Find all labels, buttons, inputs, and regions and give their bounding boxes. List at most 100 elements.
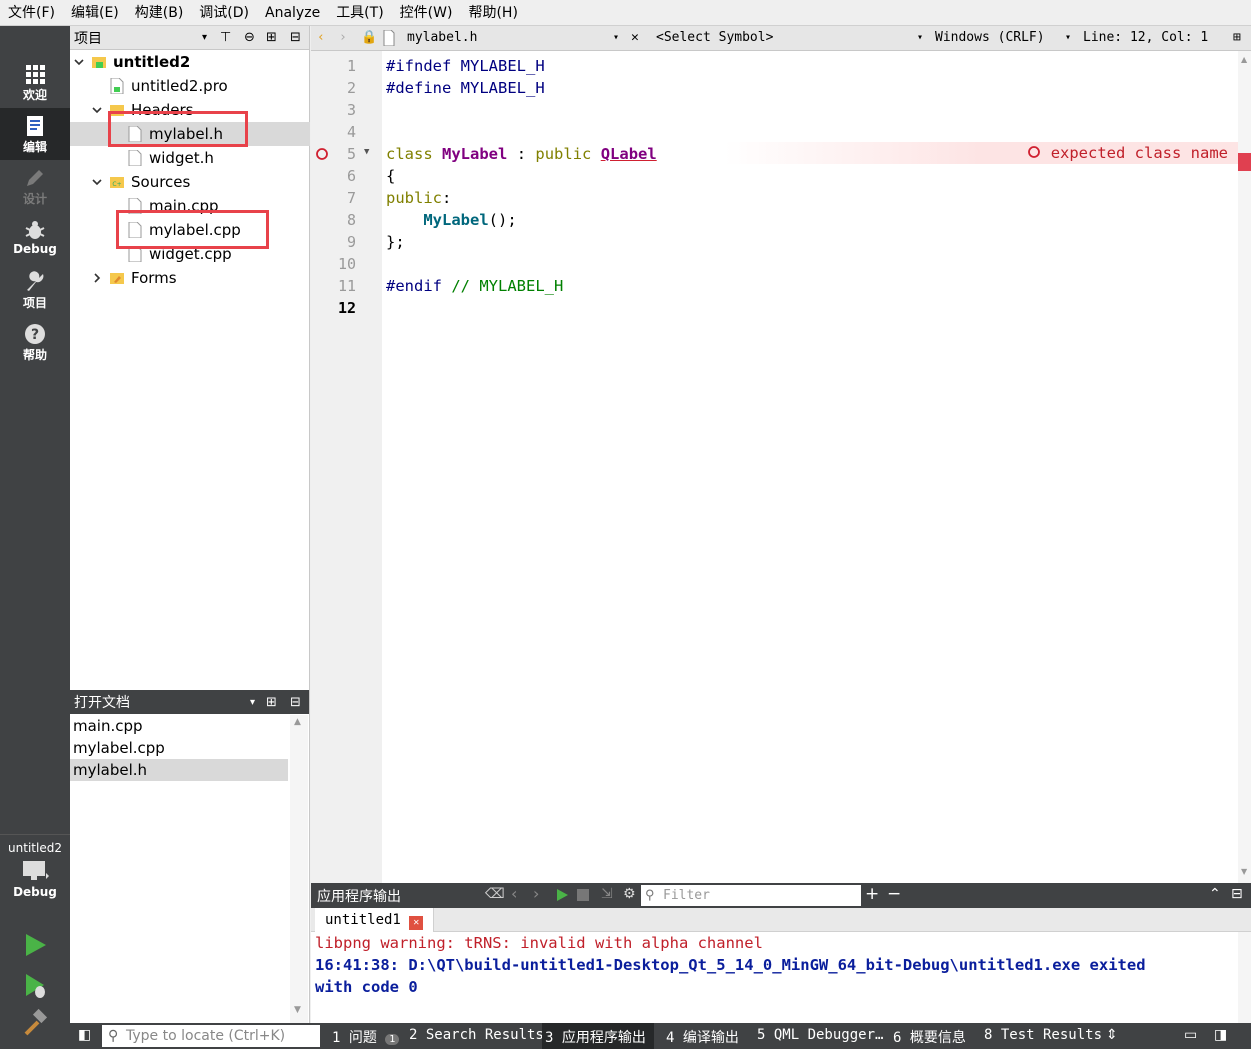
close-pane-icon[interactable]: ⊟ xyxy=(290,30,301,45)
line-number: 8 xyxy=(346,211,356,229)
status-tab-search[interactable]: 2 Search Results xyxy=(409,1027,544,1043)
open-documents-title[interactable]: 打开文档 xyxy=(74,692,130,712)
tree-item-sources[interactable]: C+ Sources xyxy=(70,170,310,194)
gear-icon[interactable]: ⚙ xyxy=(623,886,636,902)
status-tab-qml-debugger[interactable]: 5 QML Debugger… xyxy=(757,1027,883,1043)
fold-arrow-icon[interactable]: ▼ xyxy=(364,147,369,157)
kit-build-config: Debug xyxy=(13,885,57,899)
pane-dropdown-icon[interactable]: ▾ xyxy=(250,697,255,708)
clear-icon[interactable]: ⌫ xyxy=(485,886,505,902)
open-doc-item[interactable]: main.cpp xyxy=(70,715,288,737)
close-pane-icon[interactable]: ⊟ xyxy=(1231,886,1243,902)
open-doc-item[interactable]: mylabel.cpp xyxy=(70,737,288,759)
menu-controls[interactable]: 控件(W) xyxy=(392,0,461,26)
cursor-position[interactable]: Line: 12, Col: 1 xyxy=(1083,30,1208,45)
code-line: { xyxy=(386,167,396,185)
menu-analyze[interactable]: Analyze xyxy=(257,0,328,26)
project-pane-title[interactable]: 项目 xyxy=(74,28,102,48)
more-tabs-icon[interactable]: ⇕ xyxy=(1106,1027,1118,1043)
nav-back-icon[interactable]: ‹ xyxy=(511,884,517,903)
toggle-output-icon[interactable]: ◨ xyxy=(1214,1027,1227,1043)
menu-file[interactable]: 文件(F) xyxy=(0,0,63,26)
split-icon[interactable]: ⊞ xyxy=(266,695,277,710)
status-tab-compile-output[interactable]: 4 编译输出 xyxy=(666,1027,739,1047)
filter-icon[interactable]: ⊤ xyxy=(220,30,231,45)
split-icon[interactable]: ⊞ xyxy=(266,30,277,45)
mode-projects[interactable]: 项目 xyxy=(0,264,70,316)
line-number: 4 xyxy=(346,123,356,141)
code-editor[interactable]: #ifndef MYLABEL_H #define MYLABEL_H clas… xyxy=(382,51,1238,883)
mode-help[interactable]: ? 帮助 xyxy=(0,316,70,368)
search-icon: ⚲ xyxy=(108,1028,119,1044)
menu-tools[interactable]: 工具(T) xyxy=(328,0,391,26)
attach-icon[interactable]: ⇲ xyxy=(601,886,613,902)
line-ending-selector[interactable]: Windows (CRLF) xyxy=(935,30,1045,45)
scroll-up-icon[interactable]: ▲ xyxy=(1241,55,1247,64)
editor-scrollbar[interactable]: ▲ ▼ xyxy=(1238,51,1251,883)
locator-input[interactable]: ⚲ Type to locate (Ctrl+K) xyxy=(102,1025,320,1047)
symbol-selector[interactable]: <Select Symbol> xyxy=(656,30,773,45)
mode-edit[interactable]: 编辑 xyxy=(0,108,70,160)
chevron-down-icon[interactable] xyxy=(92,177,102,187)
scroll-up-icon[interactable]: ▲ xyxy=(294,717,301,727)
run-icon[interactable] xyxy=(20,930,50,960)
tree-forms-label: Forms xyxy=(131,269,177,287)
chevron-down-icon[interactable]: ▾ xyxy=(1065,32,1071,43)
mode-welcome-label: 欢迎 xyxy=(22,88,47,102)
maximize-icon[interactable]: ⌃ xyxy=(1209,886,1221,902)
open-doc-item[interactable]: mylabel.h xyxy=(70,759,288,781)
error-marker-icon[interactable] xyxy=(315,147,329,161)
nav-forward-icon[interactable]: › xyxy=(533,884,539,903)
close-tab-icon[interactable]: ✕ xyxy=(409,916,424,930)
pen-icon xyxy=(27,170,43,186)
status-tab-general-messages[interactable]: 6 概要信息 xyxy=(893,1027,966,1047)
build-hammer-icon[interactable] xyxy=(20,1008,50,1038)
mode-welcome[interactable]: 欢迎 xyxy=(0,56,70,108)
run-icon[interactable] xyxy=(555,888,569,902)
current-file-selector[interactable]: mylabel.h xyxy=(407,30,477,45)
locator-placeholder: Type to locate (Ctrl+K) xyxy=(126,1028,286,1044)
file-icon xyxy=(128,150,142,166)
tree-item-pro-file[interactable]: untitled2.pro xyxy=(70,74,310,98)
tree-item-widget-h[interactable]: widget.h xyxy=(70,146,310,170)
status-tab-issues[interactable]: 1 问题 1 xyxy=(332,1027,400,1047)
tree-item-root[interactable]: untitled2 xyxy=(70,50,310,74)
status-tab-app-output[interactable]: 3 应用程序输出 xyxy=(545,1027,646,1047)
mode-debug[interactable]: Debug xyxy=(0,212,70,264)
menu-debug[interactable]: 调试(D) xyxy=(191,0,257,26)
nav-back-icon[interactable]: ‹ xyxy=(317,30,325,45)
progress-icon[interactable]: ▭ xyxy=(1184,1027,1197,1043)
filter-placeholder: Filter xyxy=(663,888,710,903)
nav-forward-icon[interactable]: › xyxy=(339,30,347,45)
tree-item-forms[interactable]: Forms xyxy=(70,266,310,290)
close-file-icon[interactable]: ✕ xyxy=(631,30,639,45)
menu-help[interactable]: 帮助(H) xyxy=(460,0,525,26)
menu-edit[interactable]: 编辑(E) xyxy=(63,0,127,26)
chevron-down-icon[interactable]: ▾ xyxy=(613,32,619,43)
scroll-down-icon[interactable]: ▼ xyxy=(294,1005,301,1015)
stop-icon[interactable] xyxy=(577,889,589,901)
zoom-in-icon[interactable]: + xyxy=(865,884,879,904)
mode-design[interactable]: 设计 xyxy=(0,160,70,212)
scroll-down-icon[interactable]: ▼ xyxy=(1241,867,1247,876)
output-scrollbar[interactable] xyxy=(1238,932,1251,1023)
preprocessor-directive: #define xyxy=(386,79,452,97)
zoom-out-icon[interactable]: − xyxy=(887,884,901,904)
toggle-sidebar-icon[interactable]: ◧ xyxy=(78,1027,91,1043)
output-tab[interactable]: untitled1 ✕ xyxy=(315,908,435,932)
link-icon[interactable]: ⊖ xyxy=(244,30,255,45)
pane-dropdown-icon[interactable]: ▾ xyxy=(202,32,207,43)
open-docs-scrollbar[interactable]: ▲ ▼ xyxy=(290,715,308,1023)
menu-build[interactable]: 构建(B) xyxy=(127,0,192,26)
status-tab-test-results[interactable]: 8 Test Results xyxy=(984,1027,1102,1043)
close-pane-icon[interactable]: ⊟ xyxy=(290,695,301,710)
grid-icon xyxy=(26,65,45,84)
chevron-down-icon[interactable] xyxy=(92,105,102,115)
chevron-down-icon[interactable] xyxy=(74,57,84,67)
debug-run-icon[interactable] xyxy=(20,970,50,1000)
split-icon[interactable]: ⊞ xyxy=(1233,30,1241,45)
chevron-right-icon[interactable] xyxy=(92,273,102,283)
chevron-down-icon[interactable]: ▾ xyxy=(917,32,923,43)
output-filter-input[interactable]: ⚲ Filter xyxy=(641,885,861,906)
kit-selector[interactable]: untitled2 Debug xyxy=(0,834,70,914)
